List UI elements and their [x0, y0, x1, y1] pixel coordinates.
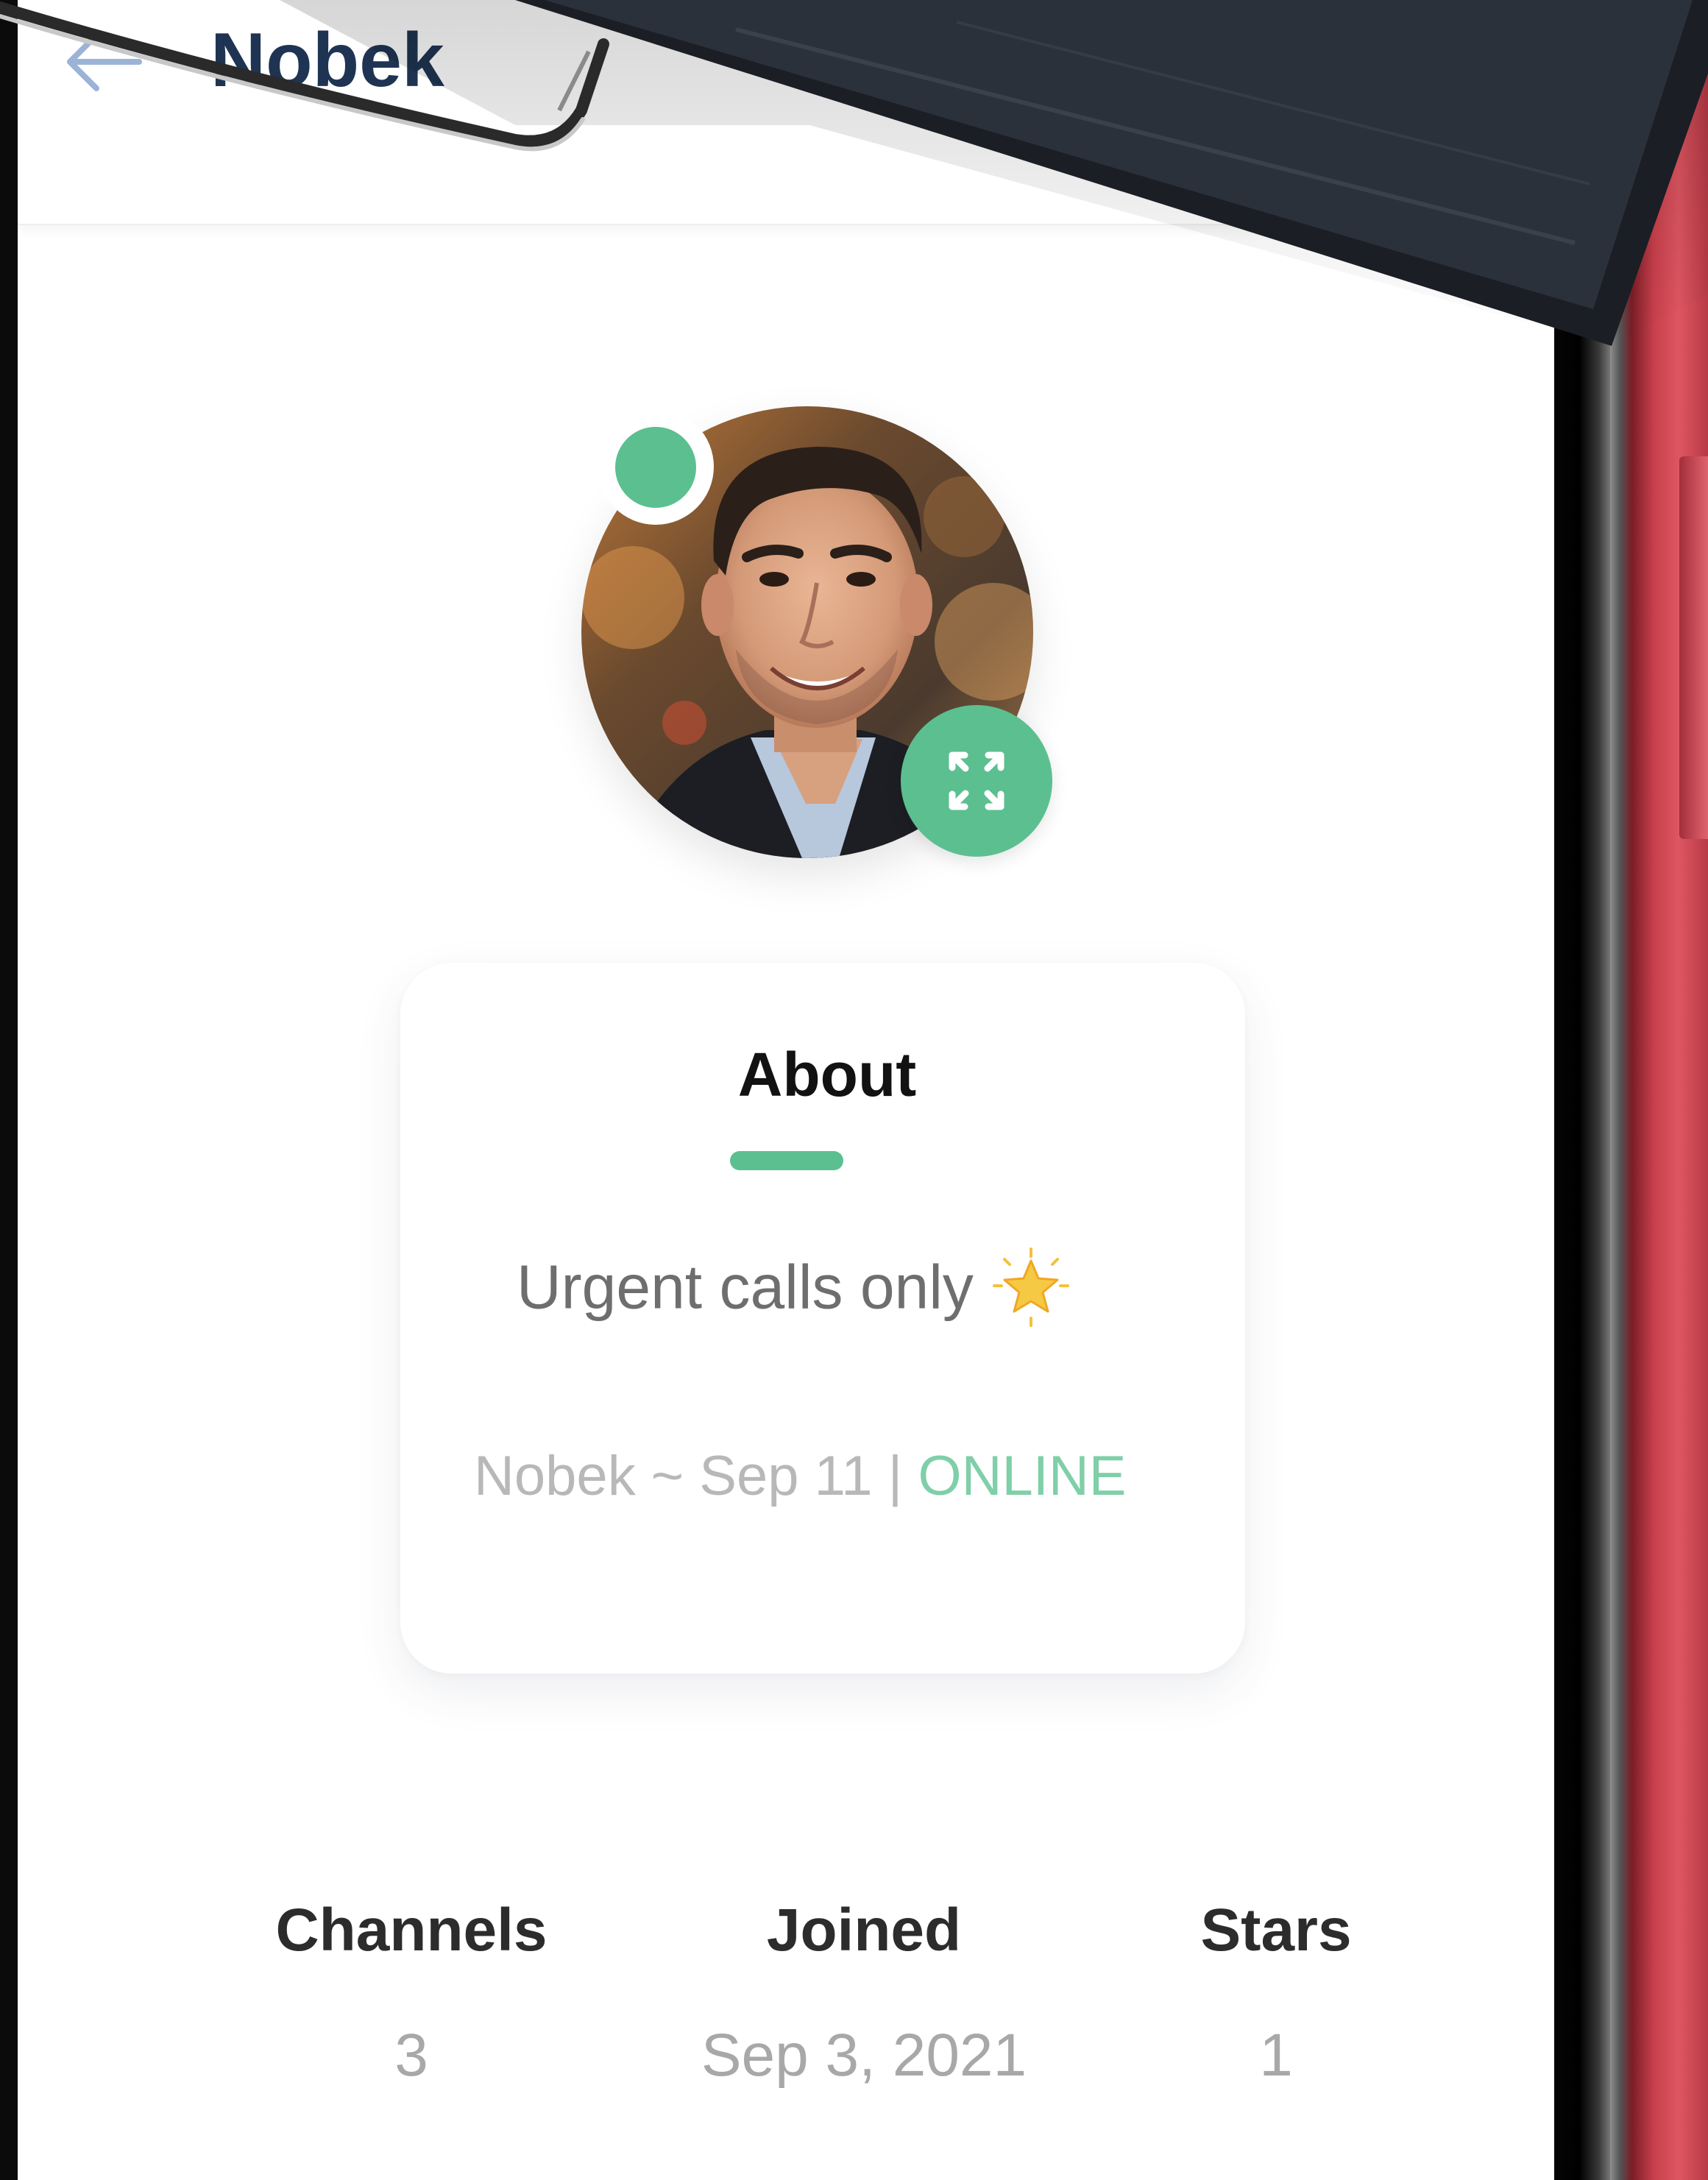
star-icon — [992, 1248, 1069, 1327]
about-heading: About — [737, 1040, 917, 1109]
stat-value-channels: 3 — [394, 2022, 428, 2089]
phone-side-button — [1679, 456, 1708, 839]
contact-name-title: Nobek — [210, 18, 444, 103]
online-status-text: ONLINE — [918, 1445, 1127, 1507]
phone-case-edge — [1610, 0, 1708, 2180]
app-header: Nobek — [18, 0, 1554, 225]
back-button[interactable] — [51, 26, 146, 97]
arrow-left-icon — [67, 32, 142, 91]
device-bezel-left — [0, 0, 18, 2180]
stat-label-stars: Stars — [1200, 1897, 1352, 1964]
expand-avatar-button[interactable] — [901, 705, 1052, 857]
online-status-dot — [615, 427, 696, 508]
about-heading-underline — [730, 1151, 843, 1170]
app-screen: Nobek About Urgent calls only Nobek ~ Se… — [18, 0, 1554, 2180]
stat-label-channels: Channels — [275, 1897, 548, 1964]
bio-text: Urgent calls only — [517, 1252, 974, 1322]
about-meta-line: Nobek ~ Sep 11 | ONLINE — [474, 1448, 1126, 1504]
stat-label-joined: Joined — [766, 1897, 962, 1964]
stat-value-joined: Sep 3, 2021 — [701, 2022, 1027, 2089]
bio-row: Urgent calls only — [517, 1248, 1071, 1327]
expand-arrows-icon — [949, 751, 1004, 810]
device-bezel-right — [1554, 0, 1610, 2180]
about-meta-text: Nobek ~ Sep 11 | — [474, 1445, 918, 1507]
stat-value-stars: 1 — [1259, 2022, 1293, 2089]
